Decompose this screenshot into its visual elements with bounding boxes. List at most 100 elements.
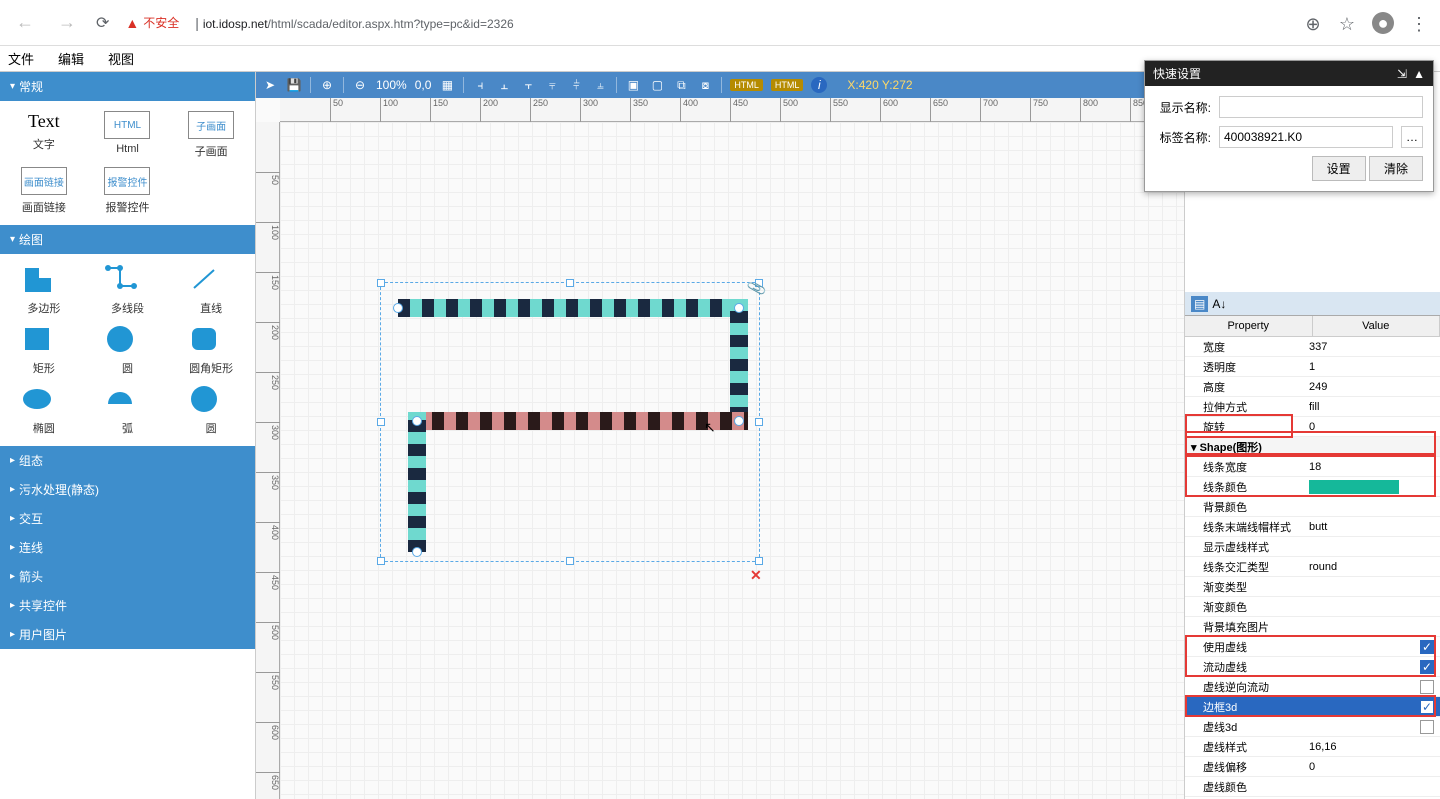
prop-row[interactable]: 背景填充图片 (1185, 617, 1440, 637)
prop-cat-icon[interactable]: ▤ (1191, 296, 1208, 312)
coord-value: 0,0 (415, 78, 432, 92)
display-name-label: 显示名称: (1155, 99, 1211, 116)
prop-row[interactable]: 显示虚线样式 (1185, 537, 1440, 557)
tag-browse-button[interactable]: … (1401, 126, 1423, 148)
clear-button[interactable]: 清除 (1369, 156, 1423, 181)
forward-button[interactable]: → (54, 8, 80, 37)
menu-edit[interactable]: 编辑 (58, 49, 84, 68)
html-badge2[interactable]: HTML (771, 79, 804, 91)
zoomin-icon[interactable]: ⊕ (319, 77, 335, 93)
quick-settings-panel[interactable]: 快速设置 ⇲▲ 显示名称: 标签名称: … 设置 清除 (1144, 60, 1434, 192)
zoom-icon[interactable]: ⊕ (1304, 14, 1322, 32)
prop-row[interactable]: 使用虚线✓ (1185, 637, 1440, 657)
align-left-icon[interactable]: ⫞ (472, 77, 488, 93)
shape-palette-sidebar: 常规 Text文字 HTMLHtml 子画面子画面 画面链接画面链接 报警控件报… (0, 72, 256, 799)
prop-row[interactable]: 边框3d✓ (1185, 697, 1440, 717)
prop-row[interactable]: 旋转0 (1185, 417, 1440, 437)
prop-row[interactable]: 线条末端线帽样式butt (1185, 517, 1440, 537)
delete-icon[interactable]: ✕ (750, 567, 762, 584)
node[interactable] (734, 416, 744, 426)
node[interactable] (412, 416, 422, 426)
back-button[interactable]: ← (12, 8, 38, 37)
node[interactable] (412, 547, 422, 557)
shape-line[interactable]: 直线 (171, 264, 251, 316)
tag-name-input[interactable] (1219, 126, 1393, 148)
bookmark-icon[interactable]: ☆ (1338, 14, 1356, 32)
security-warning[interactable]: ▲ 不安全 (125, 14, 179, 31)
accordion-interact[interactable]: 交互 (0, 504, 255, 533)
shape-ellipse[interactable]: 椭圆 (4, 384, 84, 436)
align-top-icon[interactable]: ⫧ (544, 77, 560, 93)
prop-row[interactable]: 高度249 (1185, 377, 1440, 397)
prop-row[interactable]: 透明度1 (1185, 357, 1440, 377)
shape-polyline[interactable]: 多线段 (88, 264, 168, 316)
group-icon[interactable]: ⧉ (673, 77, 689, 93)
node[interactable] (393, 303, 403, 313)
prop-row[interactable]: 渐变类型 (1185, 577, 1440, 597)
back-icon[interactable]: ▢ (649, 77, 665, 93)
address-bar[interactable]: | iot.idosp.net/html/scada/editor.aspx.h… (195, 15, 1288, 31)
menu-icon[interactable]: ⋮ (1410, 14, 1428, 32)
html-badge[interactable]: HTML (730, 79, 763, 91)
accordion-userimg[interactable]: 用户图片 (0, 620, 255, 649)
pointer-icon[interactable]: ➤ (262, 77, 278, 93)
prop-row[interactable]: 虚线样式16,16 (1185, 737, 1440, 757)
canvas-scroll[interactable]: 5010015020025030035040045050055060065070… (256, 98, 1184, 799)
shape-circle2[interactable]: 圆 (171, 384, 251, 436)
tool-alarm[interactable]: 报警控件报警控件 (88, 167, 168, 215)
prop-row[interactable]: 宽度337 (1185, 337, 1440, 357)
accordion-arrow[interactable]: 箭头 (0, 562, 255, 591)
zoomout-icon[interactable]: ⊖ (352, 77, 368, 93)
profile-icon[interactable]: ● (1372, 12, 1394, 34)
shape-roundrect[interactable]: 圆角矩形 (171, 324, 251, 376)
prop-az-icon[interactable]: A↓ (1212, 297, 1226, 311)
tool-subscreen[interactable]: 子画面子画面 (171, 111, 251, 159)
accordion-connect[interactable]: 连线 (0, 533, 255, 562)
menu-view[interactable]: 视图 (108, 49, 134, 68)
ungroup-icon[interactable]: ⧇ (697, 77, 713, 93)
accordion-compose[interactable]: 组态 (0, 446, 255, 475)
accordion-sewage[interactable]: 污水处理(静态) (0, 475, 255, 504)
prop-row[interactable]: 虚线逆向流动 (1185, 677, 1440, 697)
align-bottom-icon[interactable]: ⫨ (592, 77, 608, 93)
tool-html[interactable]: HTMLHtml (88, 111, 168, 159)
prop-row[interactable]: 背景颜色 (1185, 497, 1440, 517)
prop-row[interactable]: 拉伸方式fill (1185, 397, 1440, 417)
prop-row[interactable]: 线条颜色 (1185, 477, 1440, 497)
menu-file[interactable]: 文件 (8, 49, 34, 68)
property-list[interactable]: 宽度337透明度1高度249拉伸方式fill旋转0▾ Shape(图形)线条宽度… (1185, 337, 1440, 799)
shape-circle[interactable]: 圆 (88, 324, 168, 376)
prop-row[interactable]: 流动虚线✓ (1185, 657, 1440, 677)
shape-arc[interactable]: 弧 (88, 384, 168, 436)
accordion-shared[interactable]: 共享控件 (0, 591, 255, 620)
prop-row[interactable]: 线条交汇类型round (1185, 557, 1440, 577)
reload-button[interactable]: ⟳ (96, 13, 109, 33)
grid-icon[interactable]: ▦ (439, 77, 455, 93)
save-icon[interactable]: 💾 (286, 77, 302, 93)
accordion-draw[interactable]: 绘图 (0, 225, 255, 254)
prop-row[interactable]: ▾ Shape(图形) (1185, 437, 1440, 457)
prop-row[interactable]: 渐变颜色 (1185, 597, 1440, 617)
shape-rect[interactable]: 矩形 (4, 324, 84, 376)
tool-screenlink[interactable]: 画面链接画面链接 (4, 167, 84, 215)
prop-row[interactable]: 虚线颜色 (1185, 777, 1440, 797)
display-name-input[interactable] (1219, 96, 1423, 118)
set-button[interactable]: 设置 (1312, 156, 1366, 181)
collapse-icon[interactable]: ⇲ (1397, 67, 1407, 81)
quick-settings-title[interactable]: 快速设置 ⇲▲ (1145, 61, 1433, 86)
accordion-general[interactable]: 常规 (0, 72, 255, 101)
align-right-icon[interactable]: ⫟ (520, 77, 536, 93)
align-middle-icon[interactable]: ⫩ (568, 77, 584, 93)
prop-row[interactable]: 虚线偏移0 (1185, 757, 1440, 777)
node[interactable] (734, 303, 744, 313)
front-icon[interactable]: ▣ (625, 77, 641, 93)
shape-polygon[interactable]: 多边形 (4, 264, 84, 316)
prop-row[interactable]: 线条宽度18 (1185, 457, 1440, 477)
tool-text[interactable]: Text文字 (4, 111, 84, 159)
canvas[interactable]: 📎 ✕ ↖ (280, 122, 1184, 799)
info-icon[interactable]: i (811, 77, 827, 93)
tag-name-label: 标签名称: (1155, 129, 1211, 146)
prop-row[interactable]: 虚线3d (1185, 717, 1440, 737)
expand-icon[interactable]: ▲ (1413, 67, 1425, 81)
align-center-icon[interactable]: ⫠ (496, 77, 512, 93)
